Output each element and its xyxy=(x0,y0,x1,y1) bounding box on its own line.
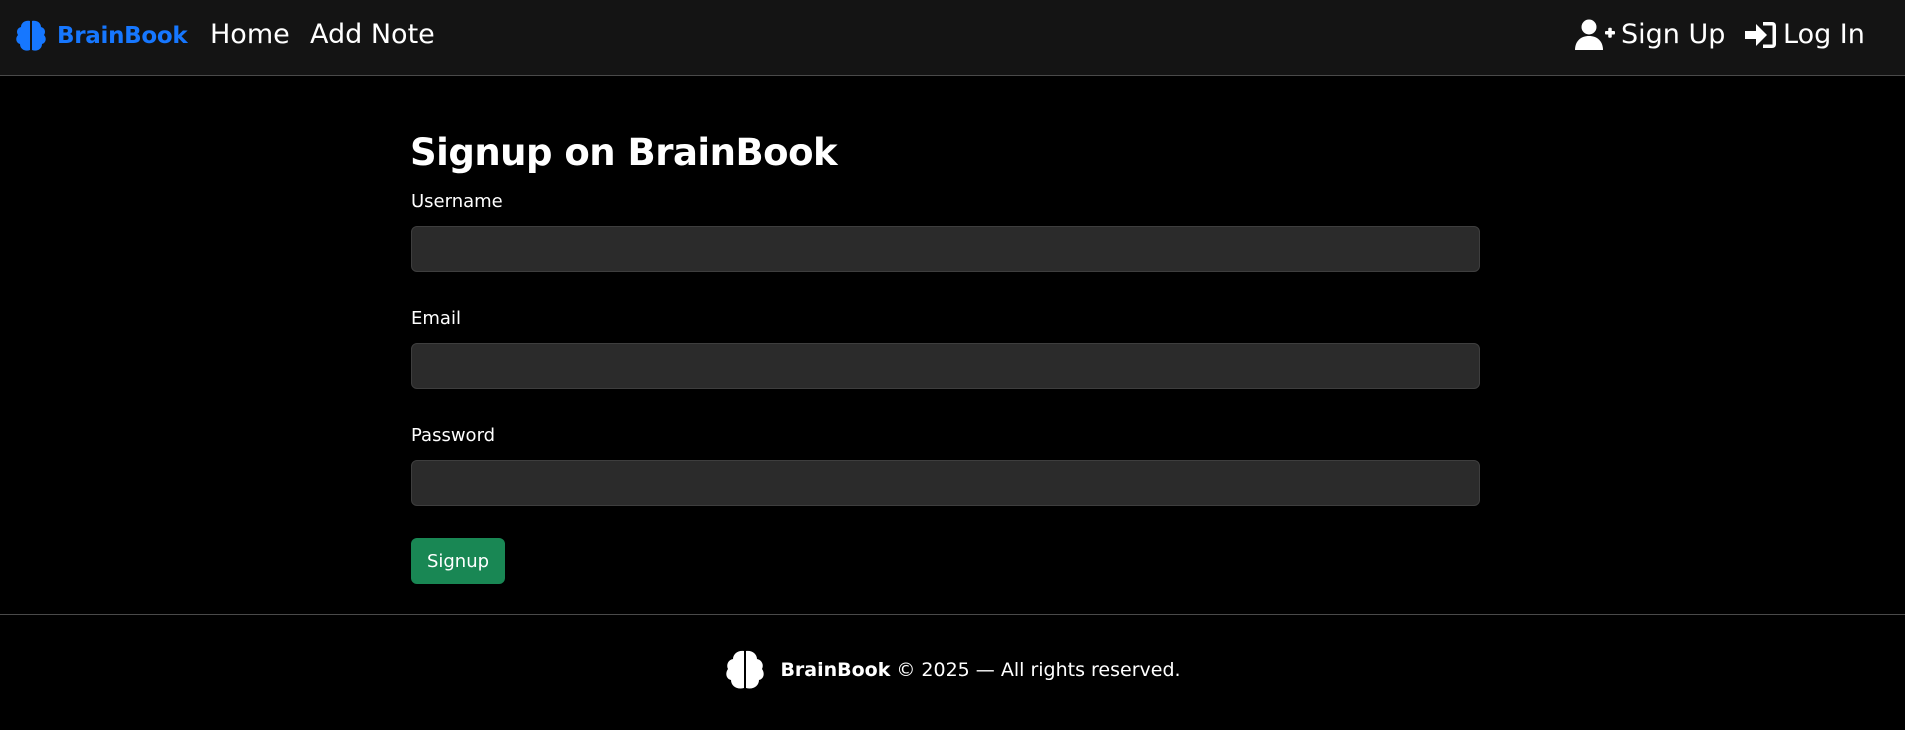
username-input[interactable] xyxy=(411,226,1480,272)
password-input[interactable] xyxy=(411,460,1480,506)
signup-button[interactable]: Signup xyxy=(411,538,505,584)
nav-link-add-note[interactable]: Add Note xyxy=(310,17,435,53)
footer-divider xyxy=(0,614,1905,615)
navbar: BrainBook Home Add Note Sign Up Log In xyxy=(0,0,1905,76)
footer-brand: BrainBook xyxy=(780,659,891,681)
sign-in-icon xyxy=(1745,20,1777,50)
user-plus-icon xyxy=(1575,19,1615,51)
nav-login-label: Log In xyxy=(1783,19,1865,50)
brain-icon xyxy=(724,648,766,692)
footer: BrainBook © 2025 — All rights reserved. xyxy=(0,640,1905,700)
nav-signup-label: Sign Up xyxy=(1621,19,1726,50)
footer-copyright: © 2025 — All rights reserved. xyxy=(896,659,1181,681)
page-title: Signup on BrainBook xyxy=(410,131,838,174)
password-label: Password xyxy=(411,425,496,446)
username-label: Username xyxy=(411,191,503,212)
brain-icon xyxy=(15,18,47,54)
brand-label: BrainBook xyxy=(57,23,188,49)
email-label: Email xyxy=(411,308,461,329)
nav-link-home[interactable]: Home xyxy=(210,17,290,53)
nav-login-link[interactable]: Log In xyxy=(1745,17,1865,53)
brand-link[interactable]: BrainBook xyxy=(15,18,188,54)
email-input[interactable] xyxy=(411,343,1480,389)
nav-signup-link[interactable]: Sign Up xyxy=(1575,17,1725,53)
